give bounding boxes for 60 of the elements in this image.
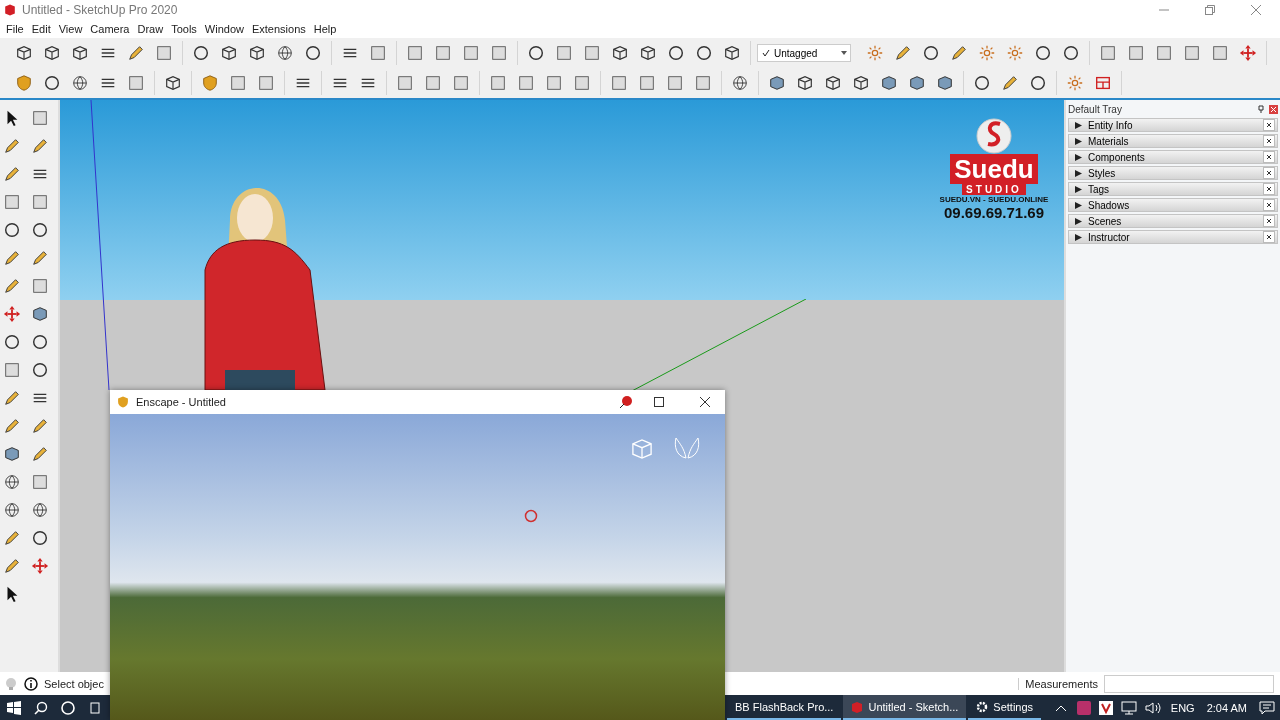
close-icon[interactable] [1263, 167, 1275, 179]
speaker-icon[interactable] [1144, 700, 1161, 715]
taskbar-app[interactable]: Settings [968, 695, 1042, 720]
close-icon[interactable] [1263, 215, 1275, 227]
menu-item[interactable]: Extensions [247, 23, 310, 35]
taskbar-app[interactable]: Untitled - Sketch... [843, 695, 967, 720]
close-icon[interactable] [1263, 231, 1275, 243]
close-icon [700, 397, 710, 407]
sphere-logo-icon [974, 118, 1014, 154]
close-icon[interactable] [1263, 151, 1275, 163]
caret-icon [840, 49, 848, 57]
maximize-icon [654, 397, 664, 407]
window-title: Untitled - SketchUp Pro 2020 [22, 3, 179, 17]
measurements-field[interactable] [1104, 674, 1274, 693]
status-hint: Select objec [44, 677, 105, 690]
clock-time[interactable]: 2:04 AM [1200, 701, 1253, 714]
close-icon[interactable] [1263, 135, 1275, 147]
tray-section[interactable]: Styles [1068, 166, 1278, 180]
tray-title: Default Tray [1068, 103, 1123, 115]
close-icon[interactable] [1263, 119, 1275, 131]
target-circle-icon [524, 509, 538, 523]
menu-item[interactable]: Help [309, 23, 341, 35]
menu-item[interactable]: Camera [86, 23, 134, 35]
menu-item[interactable]: Window [200, 23, 248, 35]
check-icon [762, 49, 770, 57]
tray-app-icon[interactable] [1098, 700, 1113, 715]
logo-websites: SUEDU.VN - SUEDU.ONLINE [939, 195, 1049, 204]
app-logo-icon [851, 700, 864, 713]
menu-item[interactable]: Tools [167, 23, 201, 35]
window-title: Enscape - Untitled [136, 396, 227, 408]
chevron-up-icon[interactable] [1054, 703, 1067, 712]
pin-icon[interactable] [1257, 105, 1265, 113]
taskbar-app[interactable]: BB FlashBack Pro... [727, 695, 842, 720]
close-icon[interactable] [1263, 199, 1275, 211]
logo-brand: Suedu [950, 154, 1038, 184]
tray-section[interactable]: Tags [1068, 182, 1278, 196]
close-icon [1251, 5, 1261, 15]
menu-item[interactable]: Draw [133, 23, 168, 35]
tray-section[interactable]: Instructor [1068, 230, 1278, 244]
logo-subtitle: STUDIO [962, 184, 1026, 195]
tray-section[interactable]: Shadows [1068, 198, 1278, 212]
close-icon[interactable] [1263, 183, 1275, 195]
tray-section[interactable]: Entity Info [1068, 118, 1278, 132]
tray-section[interactable]: Scenes [1068, 214, 1278, 228]
language-indicator[interactable]: ENG [1164, 701, 1201, 714]
tag-dropdown[interactable]: Untagged [757, 44, 851, 62]
measurements-label: Measurements [1018, 677, 1098, 690]
shield-icon [116, 395, 130, 409]
menu-item[interactable]: File [2, 23, 28, 35]
tray-section[interactable]: Components [1068, 150, 1278, 164]
restore-icon [1205, 5, 1215, 15]
app-logo-icon [4, 4, 16, 16]
menu-item[interactable]: View [54, 23, 87, 35]
gear-icon [976, 700, 989, 713]
pin-icon[interactable] [619, 395, 633, 409]
menu-item[interactable]: Edit [27, 23, 55, 35]
info-icon[interactable] [24, 676, 38, 691]
logo-phone: 09.69.69.71.69 [943, 204, 1045, 221]
tray-section[interactable]: Materials [1068, 134, 1278, 148]
network-icon[interactable] [1120, 700, 1137, 715]
